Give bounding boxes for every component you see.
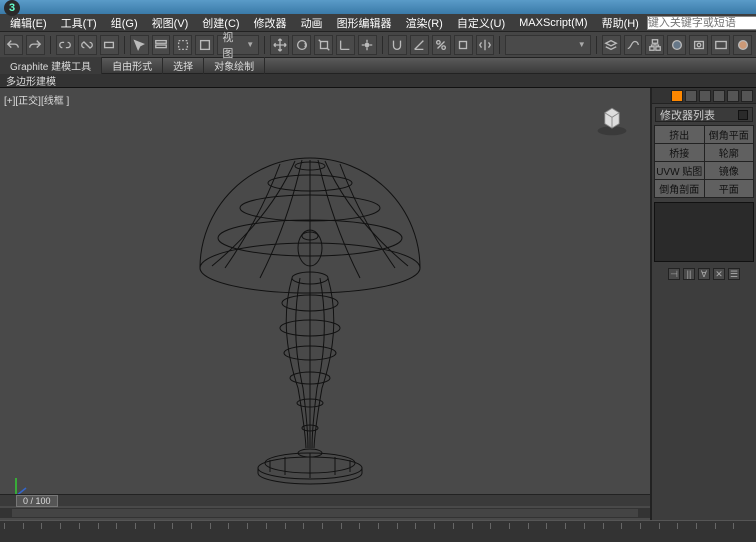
- ribbon-subbar: 多边形建模: [0, 74, 756, 88]
- pin-stack-button[interactable]: ⊣: [668, 268, 680, 280]
- timeline-ticks: [4, 523, 752, 529]
- bind-button[interactable]: [100, 35, 119, 55]
- motion-tab-icon[interactable]: [713, 90, 725, 102]
- move-button[interactable]: [270, 35, 289, 55]
- layer-button[interactable]: [602, 35, 621, 55]
- select-name-button[interactable]: [152, 35, 171, 55]
- angle-snap-button[interactable]: [410, 35, 429, 55]
- main-toolbar: 视图▼ ▼: [0, 32, 756, 58]
- menu-script[interactable]: MAXScript(M): [513, 16, 593, 30]
- viewport[interactable]: [+][正交][线框 ]: [0, 88, 651, 520]
- remove-button[interactable]: ✕: [713, 268, 725, 280]
- render-button[interactable]: [733, 35, 752, 55]
- mirror-button[interactable]: [476, 35, 495, 55]
- menu-anim[interactable]: 动画: [295, 14, 329, 32]
- named-sel-dropdown[interactable]: ▼: [505, 35, 590, 55]
- unique-button[interactable]: ∀: [698, 268, 710, 280]
- redo-button[interactable]: [26, 35, 45, 55]
- menu-graph[interactable]: 图形编辑器: [331, 14, 398, 32]
- mod-btn-2-1[interactable]: 镜像: [705, 162, 754, 179]
- ribbon-tab-graphite[interactable]: Graphite 建模工具: [0, 57, 102, 74]
- rotate-button[interactable]: [292, 35, 311, 55]
- mod-btn-0-0[interactable]: 挤出: [655, 126, 704, 143]
- timeline[interactable]: [0, 520, 756, 542]
- view-dropdown[interactable]: 视图▼: [217, 35, 259, 55]
- menu-custom[interactable]: 自定义(U): [451, 14, 511, 32]
- percent-snap-button[interactable]: [432, 35, 451, 55]
- chevron-down-icon: ▼: [578, 40, 586, 49]
- viewcube-icon[interactable]: [594, 102, 630, 138]
- ribbon-tabs: Graphite 建模工具 自由形式 选择 对象绘制: [0, 58, 756, 74]
- select-button[interactable]: [130, 35, 149, 55]
- menu-bar: 编辑(E) 工具(T) 组(G) 视图(V) 创建(C) 修改器 动画 图形编辑…: [0, 14, 756, 32]
- scale-button[interactable]: [314, 35, 333, 55]
- select-region-button[interactable]: [173, 35, 192, 55]
- ribbon-tab-freeform[interactable]: 自由形式: [102, 57, 163, 74]
- chevron-down-icon: ▼: [246, 40, 254, 49]
- lamp-wireframe: [170, 128, 450, 488]
- unlink-button[interactable]: [78, 35, 97, 55]
- modifier-stack[interactable]: [654, 202, 754, 262]
- viewport-scrollbar[interactable]: [0, 508, 650, 518]
- time-slider-thumb[interactable]: 0 / 100: [16, 495, 58, 507]
- mod-btn-2-0[interactable]: UVW 贴图: [655, 162, 704, 179]
- ribbon-mode-label[interactable]: 多边形建模: [6, 73, 56, 88]
- utility-tab-icon[interactable]: [741, 90, 753, 102]
- link-button[interactable]: [56, 35, 75, 55]
- show-end-button[interactable]: ||: [683, 268, 695, 280]
- modify-tab-icon[interactable]: [685, 90, 697, 102]
- stack-controls: ⊣ || ∀ ✕ ☰: [652, 266, 756, 282]
- mod-btn-3-0[interactable]: 倒角剖面: [655, 180, 704, 197]
- window-crossing-button[interactable]: [195, 35, 214, 55]
- render-frame-button[interactable]: [711, 35, 730, 55]
- menu-group[interactable]: 组(G): [105, 14, 144, 32]
- title-bar: 3: [0, 0, 756, 14]
- render-setup-button[interactable]: [689, 35, 708, 55]
- display-tab-icon[interactable]: [727, 90, 739, 102]
- undo-button[interactable]: [4, 35, 23, 55]
- modifier-list-dropdown[interactable]: 修改器列表: [655, 107, 753, 122]
- command-panel-tabs: [652, 88, 756, 104]
- menu-modifier[interactable]: 修改器: [248, 14, 293, 32]
- material-button[interactable]: [667, 35, 686, 55]
- create-tab-icon[interactable]: [671, 90, 683, 102]
- snap-toggle-button[interactable]: [388, 35, 407, 55]
- mod-btn-1-1[interactable]: 轮廓: [705, 144, 754, 161]
- pivot-button[interactable]: [358, 35, 377, 55]
- ref-coord-button[interactable]: [336, 35, 355, 55]
- dropdown-arrow-icon: [738, 110, 748, 120]
- mod-btn-1-0[interactable]: 桥接: [655, 144, 704, 161]
- view-dropdown-label: 视图: [222, 29, 242, 61]
- modifier-list-label: 修改器列表: [660, 107, 715, 123]
- modifier-buttons: 挤出 倒角平面 桥接 轮廓 UVW 贴图 镜像 倒角剖面 平面: [654, 125, 754, 198]
- spinner-snap-button[interactable]: [454, 35, 473, 55]
- menu-render[interactable]: 渲染(R): [400, 14, 449, 32]
- curve-editor-button[interactable]: [624, 35, 643, 55]
- schematic-button[interactable]: [645, 35, 664, 55]
- menu-help[interactable]: 帮助(H): [596, 14, 645, 32]
- menu-view[interactable]: 视图(V): [146, 14, 195, 32]
- viewport-label[interactable]: [+][正交][线框 ]: [4, 92, 69, 107]
- configure-button[interactable]: ☰: [728, 268, 740, 280]
- command-panel: 修改器列表 挤出 倒角平面 桥接 轮廓 UVW 贴图 镜像 倒角剖面 平面 ⊣ …: [651, 88, 756, 520]
- hierarchy-tab-icon[interactable]: [699, 90, 711, 102]
- mod-btn-0-1[interactable]: 倒角平面: [705, 126, 754, 143]
- menu-tools[interactable]: 工具(T): [55, 14, 103, 32]
- ribbon-tab-selection[interactable]: 选择: [163, 57, 204, 74]
- ribbon-tab-paint[interactable]: 对象绘制: [204, 57, 265, 74]
- search-input[interactable]: [647, 16, 756, 30]
- time-slider[interactable]: 0 / 100: [0, 494, 650, 506]
- menu-edit[interactable]: 编辑(E): [4, 14, 53, 32]
- mod-btn-3-1[interactable]: 平面: [705, 180, 754, 197]
